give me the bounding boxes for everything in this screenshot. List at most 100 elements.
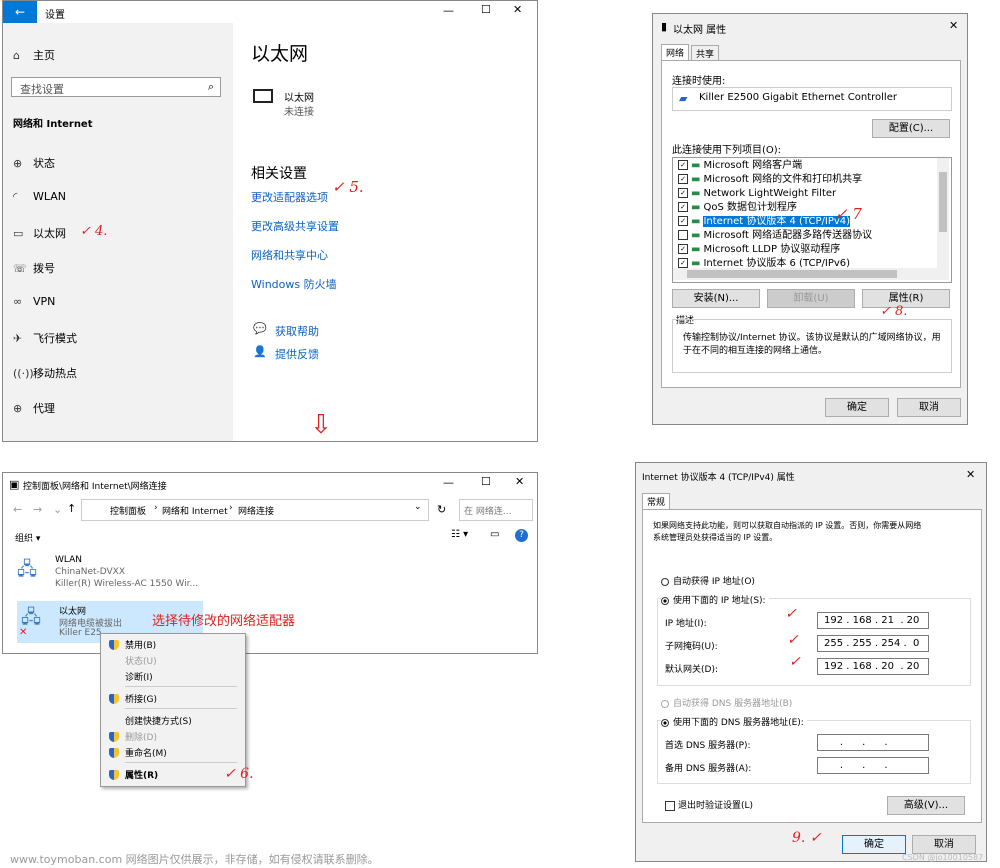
context-menu: 禁用(B) 状态(U) 诊断(I) 桥接(G) 创建快捷方式(S) 删除(D) 重命名(M)… (100, 633, 246, 787)
close-icon[interactable]: ✕ (515, 475, 524, 488)
close-icon[interactable]: ✕ (949, 19, 958, 32)
search-input[interactable]: 查找设置 ⌕ (11, 77, 221, 97)
nav-up-icon[interactable]: ↑ (67, 502, 76, 515)
address-bar[interactable]: 控制面板 › 网络和 Internet › 网络连接 ⌄ (81, 499, 429, 521)
list-item[interactable]: ✓ ▬ Microsoft 网络的文件和打印机共享 (678, 173, 862, 187)
feedback-link[interactable]: 提供反馈 (275, 346, 319, 362)
gateway-field[interactable]: 192 . 168 . 20 . 20 (817, 658, 929, 675)
window-title: 控制面板\网络和 Internet\网络连接 (23, 482, 167, 492)
sidebar-item-7[interactable]: ⊕ 代理 (13, 400, 55, 416)
organize-menu[interactable]: 组织 ▾ (15, 531, 40, 544)
checkbox[interactable]: ✓ (678, 160, 688, 170)
checkbox[interactable]: ✓ (678, 174, 688, 184)
alternate-dns-field[interactable]: . . . (817, 757, 929, 774)
checkbox[interactable]: ✓ (678, 216, 688, 226)
close-icon[interactable]: ✕ (513, 3, 522, 16)
dns2-label: 备用 DNS 服务器(A): (665, 764, 752, 774)
list-item[interactable]: ▬ Microsoft 网络适配器多路传送器协议 (678, 229, 872, 243)
checkbox[interactable] (678, 230, 688, 240)
manual-dns-radio[interactable]: 使用下面的 DNS 服务器地址(E): (661, 715, 807, 728)
network-icon: ▮ (661, 20, 668, 33)
checkbox[interactable]: ✓ (678, 244, 688, 254)
sidebar-item-3[interactable]: ☏ 拨号 (13, 260, 55, 276)
h-scrollbar[interactable] (673, 268, 937, 280)
minimize-icon[interactable]: — (443, 4, 454, 17)
checkbox[interactable]: ✓ (678, 188, 688, 198)
component-icon: ▬ (691, 244, 701, 255)
related-link-0[interactable]: 更改适配器选项 (251, 189, 328, 205)
sidebar-item-1[interactable]: ◜ WLAN (13, 190, 66, 203)
shield-icon (109, 693, 119, 704)
related-link-3[interactable]: Windows 防火墙 (251, 276, 337, 292)
minimize-icon[interactable]: — (443, 476, 454, 489)
device-box: ▰ Killer E2500 Gigabit Ethernet Controll… (672, 87, 952, 111)
menu-item-3[interactable]: 桥接(G) (109, 692, 157, 705)
menu-item-2[interactable]: 诊断(I) (109, 670, 153, 683)
list-item[interactable]: 🖧 WLAN ChinaNet-DVXX Killer(R) Wireless-… (13, 553, 213, 593)
advanced-button[interactable]: 高级(V)... (887, 796, 965, 815)
nav-back-icon[interactable]: ← (13, 503, 22, 516)
list-item[interactable]: ✓ ▬ QoS 数据包计划程序 (678, 201, 797, 215)
menu-item-4[interactable]: 创建快捷方式(S) (109, 714, 192, 727)
sidebar-item-6[interactable]: ((·)) 移动热点 (13, 365, 77, 381)
tab-general[interactable]: 常规 (642, 493, 671, 510)
refresh-icon[interactable]: ↻ (437, 503, 446, 516)
nav-forward-icon[interactable]: → (33, 503, 42, 516)
subnet-mask-field[interactable]: 255 . 255 . 254 . 0 (817, 635, 929, 652)
help-link[interactable]: 获取帮助 (275, 323, 319, 339)
nav-dropdown-icon[interactable]: ⌄ (53, 503, 62, 516)
list-item[interactable]: ✓ ▬ Microsoft LLDP 协议驱动程序 (678, 243, 840, 257)
sidebar-item-2[interactable]: ▭ 以太网 (13, 225, 66, 241)
adapter-icon: ▰ (679, 92, 688, 105)
sidebar-item-5[interactable]: ✈ 飞行模式 (13, 330, 77, 346)
step-9-mark: 9. ✓ (792, 830, 822, 846)
related-link-2[interactable]: 网络和共享中心 (251, 247, 328, 263)
ok-button[interactable]: 确定 (842, 835, 906, 854)
maximize-icon[interactable]: ☐ (481, 3, 491, 16)
crumb-2[interactable]: 网络和 Internet (162, 504, 228, 517)
component-icon: ▬ (691, 160, 701, 171)
close-icon[interactable]: ✕ (966, 468, 975, 481)
preferred-dns-field[interactable]: . . . (817, 734, 929, 751)
list-item[interactable]: ✓ ▬ Network LightWeight Filter (678, 187, 836, 201)
view-icon[interactable]: ☷ ▾ (451, 529, 468, 540)
items-list[interactable]: ✓ ▬ Microsoft 网络客户端 ✓ ▬ Microsoft 网络的文件和打印机共享… (672, 157, 952, 283)
manual-ip-radio[interactable]: 使用下面的 IP 地址(S): (661, 593, 769, 606)
menu-item-0[interactable]: 禁用(B) (109, 638, 156, 651)
ok-button[interactable]: 确定 (825, 398, 889, 417)
sidebar-item-4[interactable]: ∞ VPN (13, 295, 55, 308)
step-6-mark: ✓ 6. (224, 766, 254, 782)
connect-using-label: 连接时使用: (672, 76, 726, 87)
help-icon[interactable]: ? (515, 529, 528, 542)
list-scrollbar[interactable] (937, 158, 949, 280)
list-item[interactable]: ✓ ▬ Internet 协议版本 4 (TCP/IPv4) (678, 215, 851, 229)
sidebar-item-0[interactable]: ⊕ 状态 (13, 155, 55, 171)
configure-button[interactable]: 配置(C)... (872, 119, 950, 138)
install-button[interactable]: 安装(N)... (672, 289, 760, 308)
pane-icon[interactable]: ▭ (490, 529, 499, 540)
list-item[interactable]: ✓ ▬ Microsoft 网络客户端 (678, 159, 802, 173)
menu-item-6[interactable]: 重命名(M) (109, 746, 167, 759)
cancel-button[interactable]: 取消 (897, 398, 961, 417)
search-input[interactable]: 在 网络连... (459, 499, 533, 521)
shield-icon (109, 747, 119, 758)
home-nav[interactable]: ⌂ 主页 (13, 47, 55, 63)
back-button[interactable]: ← (3, 1, 37, 23)
checkbox[interactable]: ✓ (678, 258, 688, 268)
cancel-button[interactable]: 取消 (912, 835, 976, 854)
checkbox[interactable]: ✓ (678, 202, 688, 212)
crumb-1[interactable]: 控制面板 (110, 504, 146, 517)
chevron-down-icon[interactable]: ⌄ (414, 502, 422, 512)
crumb-3[interactable]: 网络连接 (238, 504, 274, 517)
tab-network[interactable]: 网络 (661, 44, 690, 61)
status-icon: ⊕ (13, 156, 23, 170)
credit: CSDN @jo10010587 (902, 853, 984, 862)
maximize-icon[interactable]: ☐ (481, 475, 491, 488)
menu-item-7[interactable]: 属性(R) (109, 768, 158, 781)
validate-checkbox[interactable]: 退出时验证设置(L) (665, 798, 753, 811)
related-link-1[interactable]: 更改高级共享设置 (251, 218, 339, 234)
wifi-icon: ◜ (13, 190, 18, 203)
menu-divider (125, 762, 237, 763)
ip-address-field[interactable]: 192 . 168 . 21 . 20 (817, 612, 929, 629)
auto-ip-radio[interactable]: 自动获得 IP 地址(O) (661, 574, 755, 587)
